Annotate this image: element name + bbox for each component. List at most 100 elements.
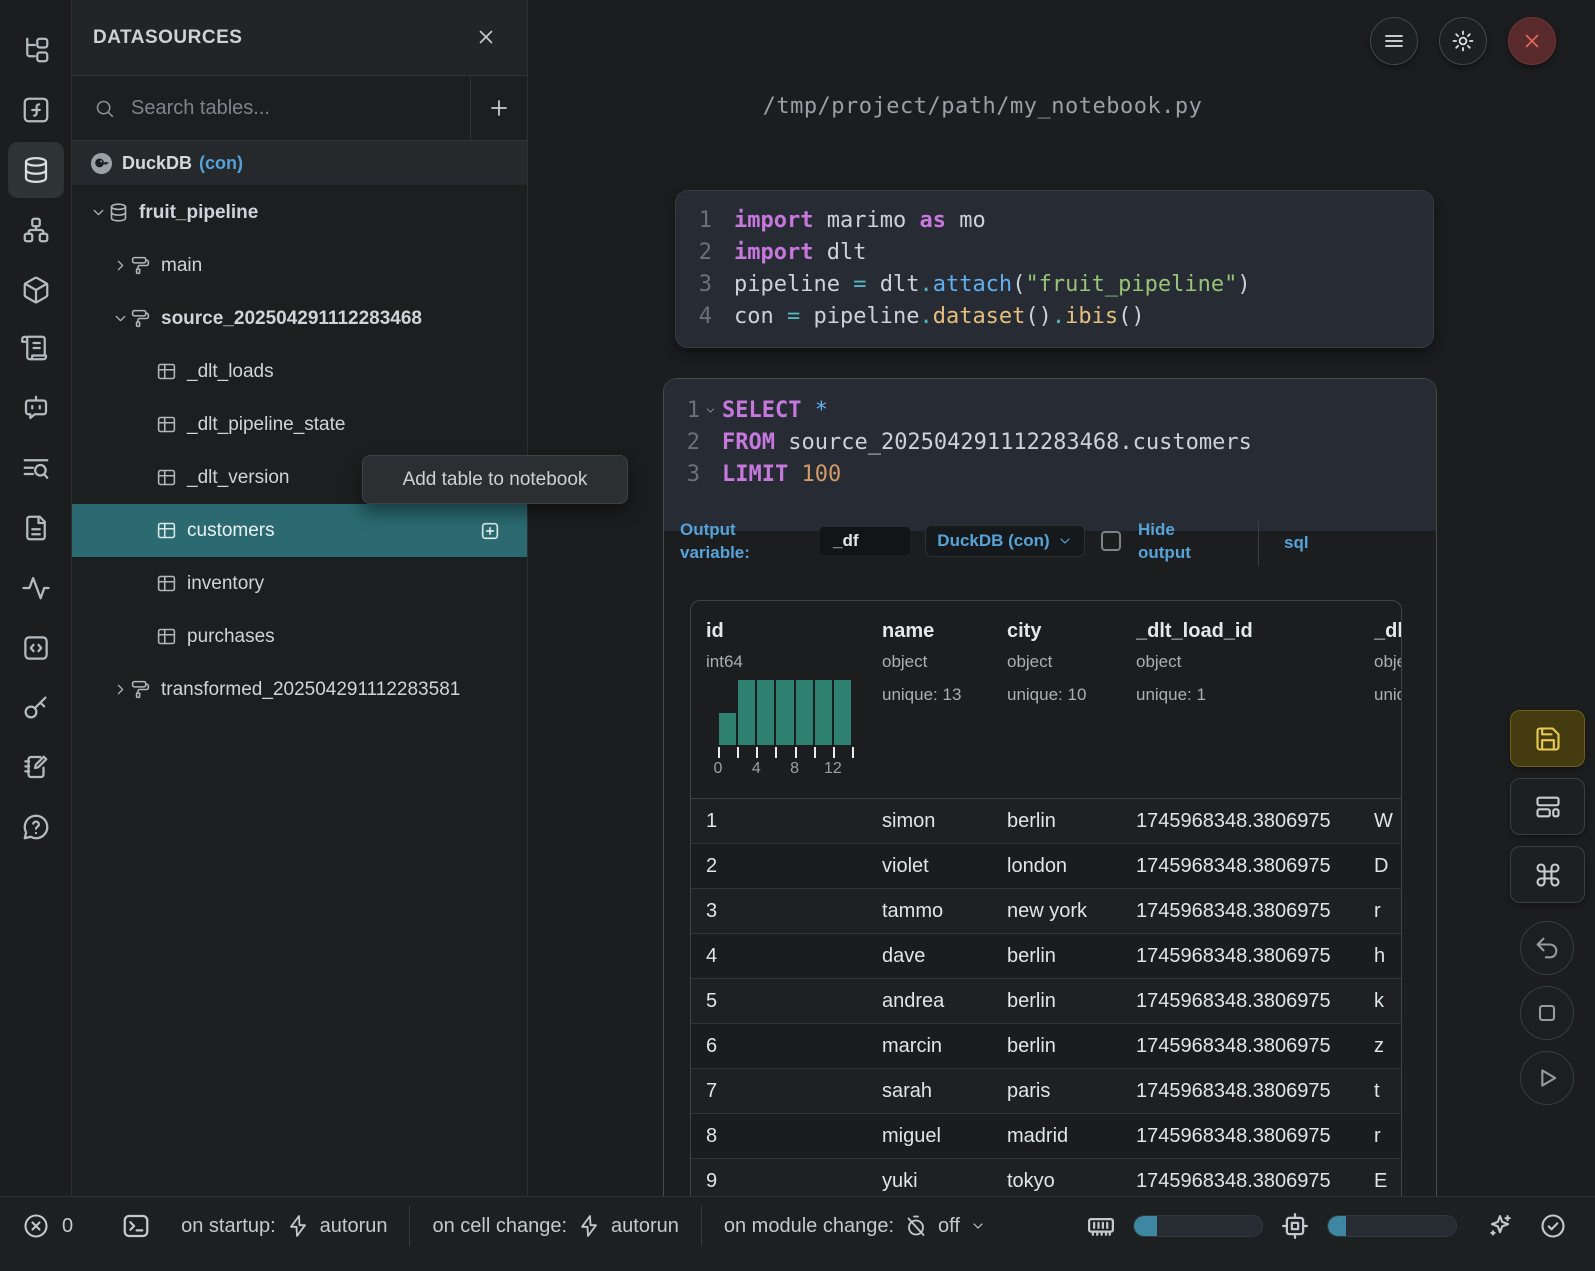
ai-sparkles-icon[interactable]: [1486, 1212, 1514, 1240]
hist-bar: [775, 680, 794, 745]
plus-icon: [487, 96, 511, 120]
rail-dependencies-button[interactable]: [8, 202, 64, 258]
bot-message-icon: [21, 393, 51, 423]
tree-item-main[interactable]: main: [72, 239, 527, 292]
chevron-right-icon[interactable]: [110, 257, 130, 274]
sql-editor[interactable]: 1SELECT *2FROM source_202504291112283468…: [664, 379, 1436, 531]
tree-item-label: purchases: [187, 626, 275, 648]
chevron-down-icon: [1057, 533, 1073, 549]
notebook-pen-icon: [21, 752, 51, 782]
tree-item-inventory[interactable]: inventory: [72, 557, 527, 610]
key-icon: [21, 692, 51, 722]
rail-documentation-button[interactable]: [8, 500, 64, 556]
table-cell: marcin: [882, 1035, 1007, 1058]
settings-button[interactable]: [1439, 17, 1487, 65]
error-indicator[interactable]: 0: [22, 1212, 73, 1240]
rail-tracing-button[interactable]: [8, 560, 64, 616]
tree-item-_dlt_pipeline_state[interactable]: _dlt_pipeline_state: [72, 398, 527, 451]
chevron-down-icon[interactable]: [110, 310, 130, 327]
save-button[interactable]: [1510, 710, 1585, 767]
table-cell: 9: [706, 1170, 882, 1193]
search-input[interactable]: [131, 97, 470, 120]
database-icon: [108, 202, 129, 223]
menu-button[interactable]: [1370, 17, 1418, 65]
table-cell: 1745968348.3806975: [1136, 945, 1374, 968]
table-row[interactable]: 3tammonew york1745968348.3806975r: [691, 889, 1401, 934]
add-datasource-button[interactable]: [470, 76, 527, 140]
tree-item-_dlt_loads[interactable]: _dlt_loads: [72, 345, 527, 398]
terminal-icon[interactable]: [121, 1211, 151, 1241]
error-count: 0: [62, 1215, 73, 1238]
rail-chat-button[interactable]: [8, 380, 64, 436]
python-cell[interactable]: 1import marimo as mo2import dlt3pipeline…: [675, 190, 1434, 348]
close-panel-icon[interactable]: [475, 26, 497, 48]
hist-bar: [814, 680, 833, 745]
rail-packages-button[interactable]: [8, 262, 64, 318]
table-cell: 3: [706, 900, 882, 923]
tree-item-label: transformed_202504291112283581: [161, 679, 460, 701]
rail-snippets-button[interactable]: [8, 620, 64, 676]
tree-item-label: _dlt_pipeline_state: [187, 414, 345, 436]
table-icon: [156, 626, 177, 647]
table-row[interactable]: 5andreaberlin1745968348.3806975k: [691, 979, 1401, 1024]
table-cell: 1: [706, 810, 882, 833]
table-row[interactable]: 8miguelmadrid1745968348.3806975r: [691, 1114, 1401, 1159]
layout-button[interactable]: [1510, 778, 1585, 835]
table-row[interactable]: 7sarahparis1745968348.3806975t: [691, 1069, 1401, 1114]
keyboard-shortcuts-button[interactable]: [1510, 846, 1585, 903]
tree-item-fruit_pipeline[interactable]: fruit_pipeline: [72, 186, 527, 239]
column-header-_dlt_load_id[interactable]: _dlt_load_idobjectunique: 1: [1136, 620, 1374, 798]
table-row[interactable]: 2violetlondon1745968348.3806975D: [691, 844, 1401, 889]
chevron-right-icon[interactable]: [110, 681, 130, 698]
connection-row[interactable]: DuckDB (con): [72, 141, 527, 185]
stop-button[interactable]: [1520, 986, 1574, 1040]
column-header-name[interactable]: nameobjectunique: 13: [882, 620, 1007, 798]
column-header-id[interactable]: idint6404812: [706, 620, 882, 798]
tree-item-source_202504291112283468[interactable]: source_202504291112283468: [72, 292, 527, 345]
table-row[interactable]: 4daveberlin1745968348.3806975h: [691, 934, 1401, 979]
tree-item-purchases[interactable]: purchases: [72, 610, 527, 663]
table-row[interactable]: 1simonberlin1745968348.3806975W: [691, 799, 1401, 844]
fold-chevron-icon[interactable]: [704, 404, 717, 417]
table-cell: r: [1374, 1125, 1401, 1148]
health-check-icon[interactable]: [1539, 1212, 1567, 1240]
rail-scratchpad-button[interactable]: [8, 739, 64, 795]
dataframe-table: idint6404812nameobjectunique: 13cityobje…: [690, 600, 1402, 1206]
table-row[interactable]: 6marcinberlin1745968348.3806975z: [691, 1024, 1401, 1069]
rail-datasources-button[interactable]: [8, 142, 64, 198]
rail-secrets-button[interactable]: [8, 679, 64, 735]
table-cell: k: [1374, 990, 1401, 1013]
table-cell: 1745968348.3806975: [1136, 1035, 1374, 1058]
run-button[interactable]: [1520, 1051, 1574, 1105]
output-variable-input[interactable]: _df: [820, 527, 910, 555]
mode-on-startup[interactable]: on startup:autorun: [181, 1214, 387, 1238]
rail-help-button[interactable]: [8, 799, 64, 855]
mode-value: autorun: [320, 1215, 388, 1238]
tree-item-customers[interactable]: customers: [72, 504, 527, 557]
table-icon: [156, 361, 177, 382]
column-header-city[interactable]: cityobjectunique: 10: [1007, 620, 1136, 798]
tree-item-transformed_202504291112283581[interactable]: transformed_202504291112283581: [72, 663, 527, 716]
rail-outline-button[interactable]: [8, 320, 64, 376]
panel-title: DATASOURCES: [93, 27, 242, 49]
column-header-_dlt_id[interactable]: _dlt_idobjectunique: 13: [1374, 620, 1401, 798]
tooltip: Add table to notebook: [362, 455, 628, 504]
stop-icon: [1533, 999, 1561, 1027]
cell-language-badge: sql: [1284, 531, 1309, 554]
chevron-down-icon[interactable]: [88, 204, 108, 221]
tree-item-label: _dlt_version: [187, 467, 289, 489]
close-app-button[interactable]: [1508, 17, 1556, 65]
add-table-to-notebook-icon[interactable]: [479, 520, 501, 542]
rail-logs-button[interactable]: [8, 441, 64, 497]
rail-variables-button[interactable]: [8, 82, 64, 138]
undo-button[interactable]: [1520, 921, 1574, 975]
code-line: 4con = pipeline.dataset().ibis(): [676, 301, 1433, 333]
hide-output-checkbox[interactable]: [1101, 531, 1121, 551]
rail-file-explorer-button[interactable]: [8, 22, 64, 78]
footer-divider: [1258, 520, 1259, 566]
mode-on-cell-change[interactable]: on cell change:autorun: [432, 1214, 678, 1238]
engine-select[interactable]: DuckDB (con): [925, 525, 1085, 557]
mode-on-module-change[interactable]: on module change:off: [724, 1214, 986, 1238]
table-cell: 1745968348.3806975: [1136, 1170, 1374, 1193]
table-cell: 1745968348.3806975: [1136, 990, 1374, 1013]
